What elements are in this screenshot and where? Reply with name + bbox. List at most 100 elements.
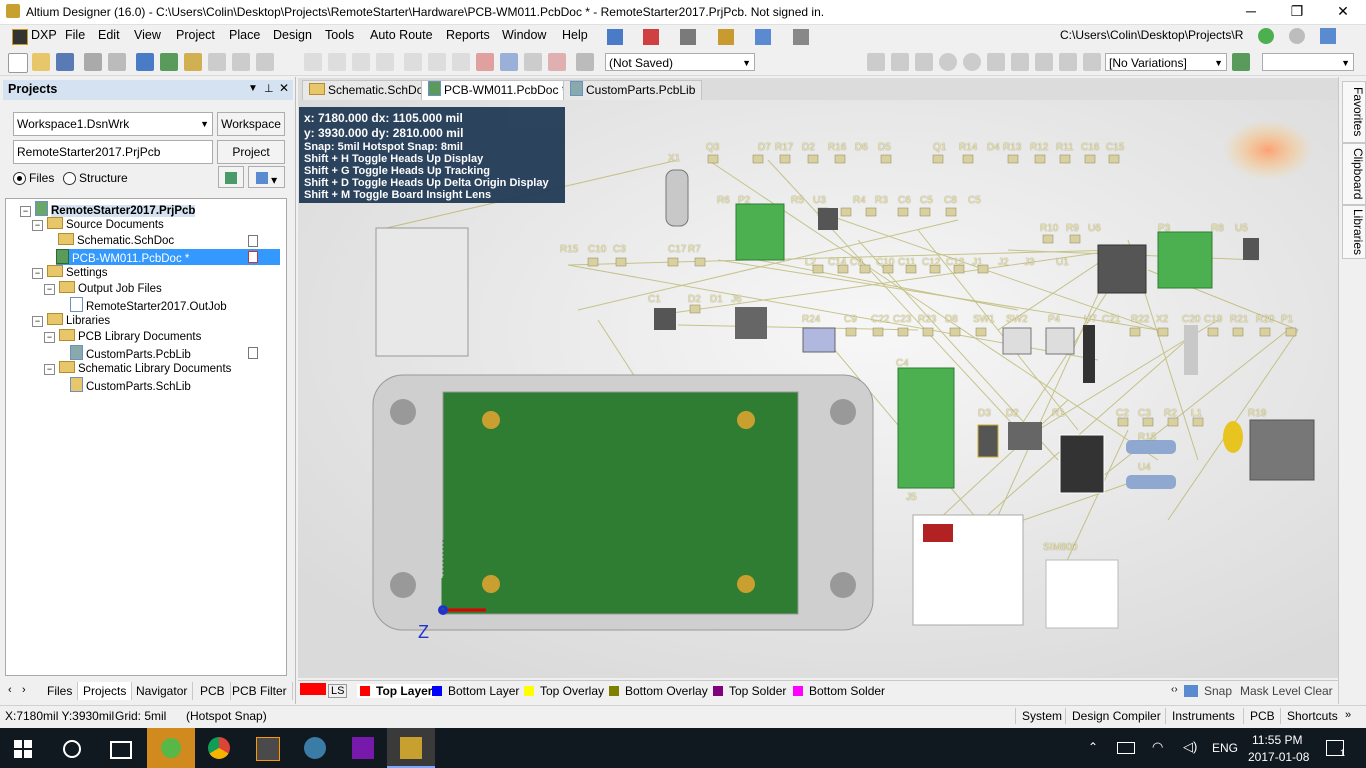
layer-tab-top-layer[interactable]: Top Layer [357, 684, 436, 698]
variations-select[interactable]: [No Variations] ▼ [1105, 53, 1227, 71]
room-icon[interactable] [755, 29, 771, 45]
workspace-button[interactable]: Workspace [217, 112, 285, 136]
altium-taskbar-icon[interactable] [387, 728, 435, 768]
close-icon[interactable]: ✕ [279, 81, 289, 95]
print-icon[interactable] [84, 53, 102, 71]
show-hidden-icons[interactable]: ⌃ [1088, 740, 1098, 754]
chrome-icon[interactable] [195, 728, 243, 768]
tree-node-schematic-library-documents[interactable]: − Schematic Library Documents [44, 361, 231, 377]
open-icon[interactable] [32, 53, 50, 71]
menu-help[interactable]: Help [562, 28, 588, 42]
collapse-icon[interactable]: − [32, 316, 43, 327]
cross-select-icon[interactable] [576, 53, 594, 71]
onenote-icon[interactable] [339, 728, 387, 768]
close-button[interactable]: ✕ [1320, 0, 1366, 24]
clear-button[interactable]: Clear [1304, 684, 1333, 698]
workspace-select[interactable]: Workspace1.DsnWrk ▼ [13, 112, 213, 136]
collapse-icon[interactable]: − [32, 220, 43, 231]
wifi-icon[interactable]: ◠ [1152, 739, 1163, 755]
tree-node-output-job-files[interactable]: − Output Job Files [44, 281, 162, 297]
collapse-icon[interactable]: − [20, 206, 31, 217]
snap-button[interactable]: Snap [1204, 684, 1232, 698]
tree-node-pcb-library-documents[interactable]: − PCB Library Documents [44, 329, 201, 345]
layer-tab-bottom-overlay[interactable]: Bottom Overlay [609, 684, 708, 698]
zoom-area-icon[interactable] [232, 53, 250, 71]
clear-selection-icon[interactable] [476, 53, 494, 71]
tree-node-project[interactable]: − RemoteStarter2017.PrjPcb [20, 201, 196, 217]
arc-icon[interactable] [987, 53, 1005, 71]
tree-node-libraries[interactable]: − Libraries [32, 313, 110, 329]
redo-icon[interactable] [524, 53, 542, 71]
clock-time[interactable]: 11:55 PM [1252, 733, 1302, 747]
align-icon[interactable] [680, 29, 696, 45]
panel-tab-projects[interactable]: Projects [78, 682, 133, 700]
project-field[interactable]: RemoteStarter2017.PrjPcb [13, 140, 213, 164]
home-icon[interactable] [1320, 28, 1336, 44]
menu-window[interactable]: Window [502, 28, 546, 42]
task-view-icon[interactable] [110, 741, 132, 759]
grid-icon[interactable] [793, 29, 809, 45]
back-icon[interactable] [1258, 28, 1274, 44]
structure-radio[interactable] [63, 172, 76, 185]
route-icon[interactable] [867, 53, 885, 71]
volume-icon[interactable]: ◁) [1183, 739, 1197, 755]
menu-edit[interactable]: Edit [98, 28, 120, 42]
layer-tab-top-solder[interactable]: Top Solder [713, 684, 786, 698]
panel-tab-libraries[interactable]: Libraries [1342, 205, 1366, 259]
component-icon[interactable] [1083, 53, 1101, 71]
new-icon[interactable] [8, 53, 28, 73]
fill-icon[interactable] [1011, 53, 1029, 71]
panel-menu-icon[interactable]: ▼ [248, 83, 258, 94]
forward-icon[interactable] [1289, 28, 1305, 44]
minimize-button[interactable]: ─ [1228, 0, 1274, 24]
save-icon[interactable] [56, 53, 74, 71]
dimension-icon[interactable] [718, 29, 734, 45]
layer-tabs-scroll[interactable]: ‹› [1171, 684, 1178, 695]
via-icon[interactable] [939, 53, 957, 71]
panel-tab-files[interactable]: Files [42, 682, 79, 700]
crossprobe-icon[interactable] [548, 53, 566, 71]
save-state-select[interactable]: (Not Saved) ▼ [605, 53, 755, 71]
menu-tools[interactable]: Tools [325, 28, 354, 42]
tree-node-settings[interactable]: − Settings [32, 265, 108, 281]
language-indicator[interactable]: ENG [1212, 741, 1238, 755]
undo-icon[interactable] [500, 53, 518, 71]
menu-place[interactable]: Place [229, 28, 260, 42]
status-shortcuts-button[interactable]: Shortcuts [1280, 708, 1344, 724]
menu-project[interactable]: Project [176, 28, 215, 42]
layer-tab-bottom-layer[interactable]: Bottom Layer [432, 684, 519, 698]
diff-pair-icon[interactable] [891, 53, 909, 71]
tree-node-pcb-doc[interactable]: PCB-WM011.PcbDoc * [56, 249, 280, 265]
cortana-icon[interactable] [63, 740, 81, 758]
menu-reports[interactable]: Reports [446, 28, 490, 42]
select-area-icon[interactable] [404, 53, 422, 71]
zoom-selected-icon[interactable] [256, 53, 274, 71]
windows-start-icon[interactable] [14, 740, 32, 758]
tree-node-source-documents[interactable]: − Source Documents [32, 217, 164, 233]
print-preview-icon[interactable] [108, 53, 126, 71]
pad-icon[interactable] [963, 53, 981, 71]
layer-tab-top-overlay[interactable]: Top Overlay [524, 684, 604, 698]
globe-app-icon[interactable] [291, 728, 339, 768]
menu-view[interactable]: View [134, 28, 161, 42]
doc-tab-pcb[interactable]: PCB-WM011.PcbDoc * [421, 80, 574, 100]
tree-node-pcblib[interactable]: CustomParts.PcbLib [70, 345, 191, 361]
paste-icon[interactable] [352, 53, 370, 71]
collapse-icon[interactable]: − [32, 268, 43, 279]
move-icon[interactable] [428, 53, 446, 71]
menu-dxp[interactable]: DXP [31, 28, 57, 42]
board-view-icon[interactable] [184, 53, 202, 71]
menu-auto-route[interactable]: Auto Route [370, 28, 433, 42]
clover-app-icon[interactable] [147, 728, 195, 768]
battery-icon[interactable] [1117, 742, 1135, 754]
status-design-compiler-button[interactable]: Design Compiler [1065, 708, 1167, 724]
panel-tab-favorites[interactable]: Favorites [1342, 81, 1366, 143]
mask-level-button[interactable]: Mask Level [1240, 684, 1301, 698]
collapse-icon[interactable]: − [44, 284, 55, 295]
polygon-icon[interactable] [1035, 53, 1053, 71]
filter-icon[interactable] [1184, 685, 1198, 697]
tree-node-schlib[interactable]: CustomParts.SchLib [70, 377, 191, 393]
menu-file[interactable]: File [65, 28, 85, 42]
status-more-icon[interactable]: » [1345, 709, 1351, 721]
variant-icon[interactable] [1232, 53, 1250, 71]
